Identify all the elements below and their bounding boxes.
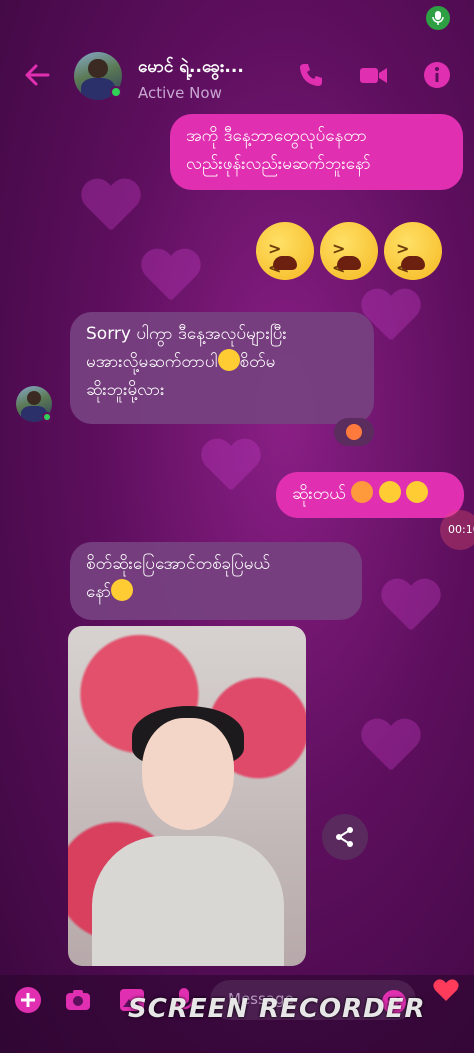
microphone-indicator-icon xyxy=(426,6,450,30)
message-text-line: ဆိုးဘူးမို့လား xyxy=(86,380,165,400)
incoming-message[interactable]: စိတ်ဆိုးပြေအောင်တစ်ခုပြမယ် နော် xyxy=(70,542,362,620)
message-text-line: လည်းဖုန်းလည်းမဆက်ဘူးနော် xyxy=(186,154,371,174)
tired-face-emoji-icon[interactable]: >< xyxy=(256,222,314,280)
message-text-line: Sorry ပါကွာ ဒီနေ့အလုပ်များပြီး xyxy=(86,324,287,344)
incoming-message[interactable]: Sorry ပါကွာ ဒီနေ့အလုပ်များပြီး မအားလို့မ… xyxy=(70,312,374,424)
steam-face-emoji-icon xyxy=(406,481,429,503)
background-heart xyxy=(360,720,420,774)
info-icon[interactable] xyxy=(422,60,452,90)
message-text-line: နော် xyxy=(86,578,346,606)
message-text-line: အကို ဒီနေ့ဘာတွေလုပ်နေတာ xyxy=(186,126,367,146)
plus-icon[interactable] xyxy=(14,986,42,1014)
chat-header: မောင် ရဲ့..ခွေး... Active Now xyxy=(0,0,474,110)
online-indicator-icon xyxy=(42,412,52,422)
heart-icon[interactable] xyxy=(432,976,460,1004)
face-with-hearts-emoji-icon xyxy=(217,349,240,371)
background-heart xyxy=(80,180,140,234)
screen-recorder-watermark: SCREEN RECORDER xyxy=(128,994,426,1024)
video-icon[interactable] xyxy=(358,60,388,90)
background-heart xyxy=(380,580,440,634)
angry-face-emoji-icon xyxy=(351,481,374,503)
outgoing-message[interactable]: ဆိုးတယ် xyxy=(276,472,464,518)
camera-icon[interactable] xyxy=(64,986,92,1014)
reaction-badge[interactable] xyxy=(334,418,374,446)
back-arrow-icon[interactable] xyxy=(22,60,52,90)
contact-name[interactable]: မောင် ရဲ့..ခွေး... xyxy=(138,56,244,81)
pleading-face-emoji-icon xyxy=(111,579,134,601)
outgoing-message[interactable]: အကို ဒီနေ့ဘာတွေလုပ်နေတာ လည်းဖုန်းလည်းမဆက… xyxy=(170,114,463,190)
angry-face-emoji-icon xyxy=(346,424,362,440)
message-text: ဆိုးတယ် xyxy=(292,484,346,504)
background-heart xyxy=(140,250,200,304)
online-indicator-icon xyxy=(110,86,122,98)
active-status: Active Now xyxy=(138,84,222,102)
message-text-line: စိတ်ဆိုးပြေအောင်တစ်ခုပြမယ် xyxy=(86,554,271,574)
tired-face-emoji-icon[interactable]: >< xyxy=(320,222,378,280)
message-text-line: မအားလို့မဆက်တာပါ စိတ်မ xyxy=(86,348,358,376)
shared-photo[interactable] xyxy=(68,626,306,966)
background-heart xyxy=(200,440,260,494)
steam-face-emoji-icon xyxy=(378,481,401,503)
phone-icon[interactable] xyxy=(296,60,326,90)
recording-timer: 00:10 xyxy=(440,510,474,550)
share-icon[interactable] xyxy=(322,814,368,860)
tired-face-emoji-icon[interactable]: >< xyxy=(384,222,442,280)
